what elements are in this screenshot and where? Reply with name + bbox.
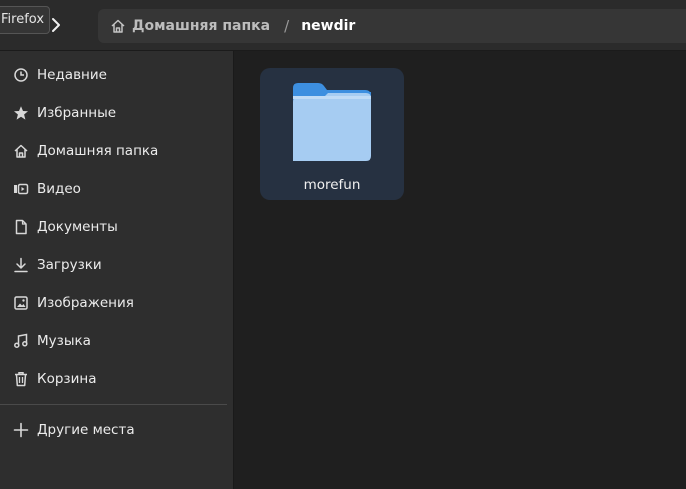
trash-icon [13, 371, 29, 387]
folder-item[interactable]: morefun [260, 68, 404, 200]
sidebar-divider [0, 404, 227, 405]
sidebar: Недавние Избранные Домашняя папка Видео … [0, 51, 234, 489]
sidebar-item-label: Избранные [37, 105, 117, 121]
path-current-folder[interactable]: newdir [301, 18, 355, 34]
sidebar-item-label: Корзина [37, 371, 97, 387]
path-bar: Домашняя папка / newdir [98, 9, 686, 43]
sidebar-item-pictures[interactable]: Изображения [0, 286, 233, 320]
sidebar-item-label: Недавние [37, 67, 107, 83]
music-icon [13, 333, 29, 349]
video-icon [13, 181, 29, 197]
image-icon [13, 295, 29, 311]
header-bar: Домашняя папка / newdir Firefox [0, 0, 686, 51]
sidebar-item-label: Загрузки [37, 257, 102, 273]
star-icon [13, 105, 29, 121]
sidebar-item-documents[interactable]: Документы [0, 210, 233, 244]
tooltip: Firefox [0, 6, 51, 34]
sidebar-item-label: Домашняя папка [37, 143, 159, 159]
sidebar-item-videos[interactable]: Видео [0, 172, 233, 206]
file-name: morefun [303, 177, 361, 193]
document-icon [13, 219, 29, 235]
sidebar-item-label: Музыка [37, 333, 91, 349]
file-manager-window: Домашняя папка / newdir Firefox Недавние… [0, 0, 686, 489]
home-icon[interactable] [110, 18, 126, 34]
sidebar-item-downloads[interactable]: Загрузки [0, 248, 233, 282]
chevron-right-icon [52, 18, 60, 32]
download-icon [13, 257, 29, 273]
sidebar-item-label: Видео [37, 181, 81, 197]
sidebar-item-recent[interactable]: Недавние [0, 58, 233, 92]
sidebar-item-trash[interactable]: Корзина [0, 362, 233, 396]
plus-icon [13, 422, 29, 438]
sidebar-item-home[interactable]: Домашняя папка [0, 134, 233, 168]
sidebar-item-label: Документы [37, 219, 118, 235]
home-icon [13, 143, 29, 159]
sidebar-item-label: Другие места [37, 422, 135, 438]
path-home-button[interactable]: Домашняя папка [132, 18, 270, 34]
sidebar-item-label: Изображения [37, 295, 134, 311]
sidebar-item-starred[interactable]: Избранные [0, 96, 233, 130]
sidebar-item-other-places[interactable]: Другие места [0, 413, 233, 447]
sidebar-item-music[interactable]: Музыка [0, 324, 233, 358]
folder-icon [293, 83, 371, 161]
clock-icon [13, 67, 29, 83]
path-separator: / [284, 17, 290, 35]
file-view: morefun [234, 51, 686, 489]
